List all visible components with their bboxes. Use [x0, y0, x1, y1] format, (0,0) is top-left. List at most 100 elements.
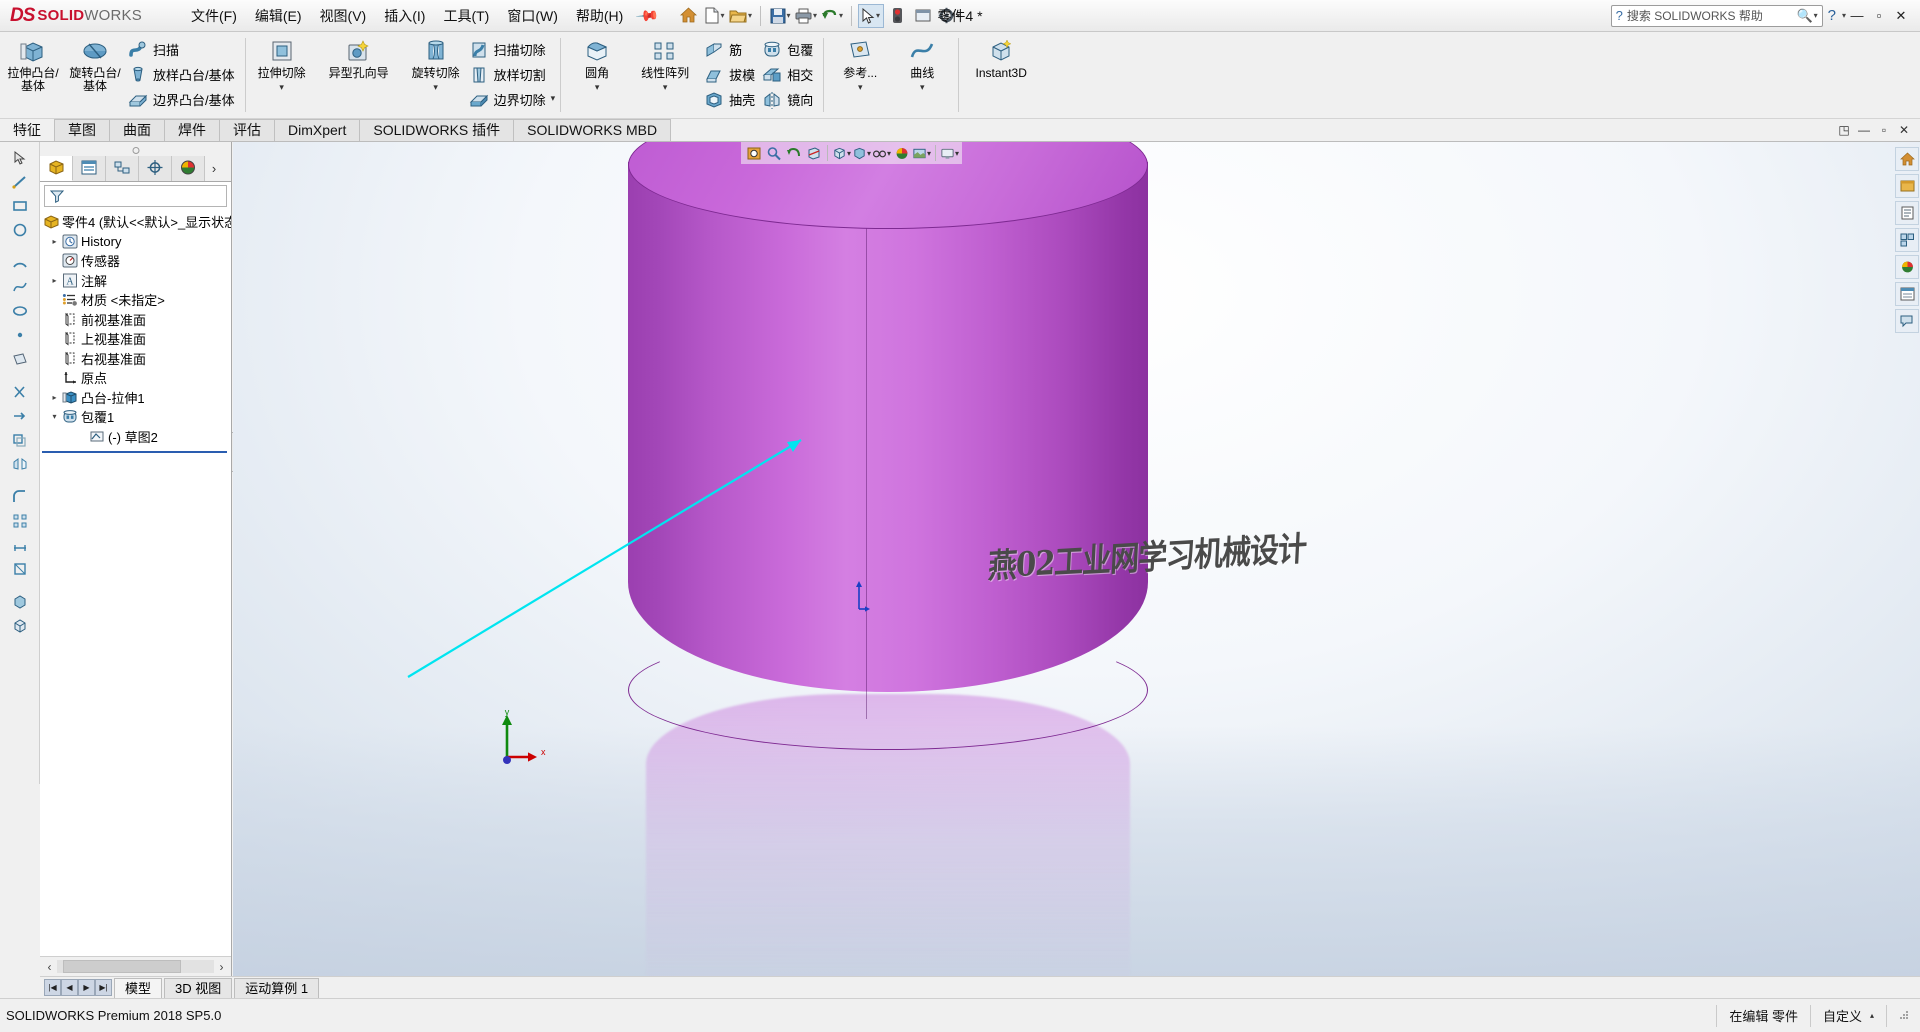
tool-ellipse-icon[interactable] — [7, 300, 33, 322]
search-input[interactable]: ? 搜索 SOLIDWORKS 帮助 🔍 ▾ — [1610, 4, 1823, 27]
scroll-left-arrow-icon[interactable]: ‹ — [42, 960, 57, 974]
chevron-down-icon[interactable]: ▾ — [867, 149, 871, 158]
intersect-button[interactable]: 相交 — [760, 62, 818, 87]
view-palette-icon[interactable] — [1895, 228, 1919, 252]
tree-item-front-plane[interactable]: 前视基准面 — [40, 310, 231, 330]
property-manager-tab[interactable] — [73, 156, 106, 181]
draft-button[interactable]: 拔模 — [702, 62, 760, 87]
prev-tab-button[interactable]: ◀ — [61, 979, 78, 996]
chevron-up-icon[interactable]: ▴ — [1870, 1011, 1874, 1020]
tab-evaluate[interactable]: 评估 — [219, 119, 275, 141]
tree-item-sketch2[interactable]: (-) 草图2 — [40, 427, 231, 447]
menu-window[interactable]: 窗口(W) — [498, 2, 567, 30]
rib-button[interactable]: 筋 — [702, 37, 760, 62]
tree-item-top-plane[interactable]: 上视基准面 — [40, 329, 231, 349]
chevron-down-icon[interactable]: ▾ — [787, 11, 791, 20]
tool-pattern-icon[interactable] — [7, 510, 33, 532]
feature-tree-hscrollbar[interactable]: ‹ › — [40, 956, 231, 976]
panel-collapse-handle[interactable] — [40, 142, 231, 156]
zoom-to-fit-button[interactable] — [744, 144, 763, 163]
swept-cut-button[interactable]: 扫描切除 — [467, 37, 551, 62]
boundary-cut-button[interactable]: 边界切除 — [467, 87, 551, 112]
menu-tools[interactable]: 工具(T) — [434, 2, 498, 30]
maximize-button[interactable]: ▫ — [1868, 8, 1890, 23]
tool-rectangle-icon[interactable] — [7, 195, 33, 217]
tool-arc-icon[interactable] — [7, 252, 33, 274]
search-icon[interactable]: 🔍 — [1796, 8, 1812, 24]
configuration-manager-tab[interactable] — [106, 156, 139, 181]
menu-insert[interactable]: 插入(I) — [375, 2, 434, 30]
chevron-down-icon[interactable]: ▾ — [955, 149, 959, 158]
tool-dimension-icon[interactable] — [7, 534, 33, 556]
tool-display-icon[interactable] — [7, 615, 33, 637]
tree-item-wrap1[interactable]: ▾ 包覆1 — [40, 407, 231, 427]
swept-boss-base-button[interactable]: 扫描 — [126, 37, 240, 62]
more-tabs-button[interactable]: › — [205, 156, 223, 181]
instant3d-button[interactable]: Instant3D — [964, 34, 1038, 80]
wrap-button[interactable]: 包覆 — [760, 37, 818, 62]
bottom-tab-model[interactable]: 模型 — [114, 977, 163, 998]
tree-root-item[interactable]: 零件4 (默认<<默认>_显示状态 — [40, 212, 231, 232]
chevron-down-icon[interactable]: ▾ — [663, 82, 668, 93]
expand-arrow-icon[interactable]: ▸ — [48, 393, 61, 402]
filter-input[interactable] — [44, 185, 227, 207]
chevron-down-icon[interactable]: ▾ — [956, 11, 960, 20]
tool-fillet-icon[interactable] — [7, 486, 33, 508]
tab-solidworks-mbd[interactable]: SOLIDWORKS MBD — [513, 119, 672, 141]
chevron-down-icon[interactable]: ▾ — [1814, 11, 1818, 20]
tool-point-icon[interactable] — [7, 324, 33, 346]
next-tab-button[interactable]: ▶ — [78, 979, 95, 996]
expand-arrow-icon[interactable]: ▸ — [48, 237, 61, 246]
edit-appearance-button[interactable] — [892, 144, 911, 163]
extruded-boss-base-button[interactable]: 拉伸凸台/基体 — [2, 34, 64, 93]
tool-extend-icon[interactable] — [7, 405, 33, 427]
restore-doc-button[interactable]: ▫ — [1874, 123, 1894, 137]
tool-plane-icon[interactable] — [7, 348, 33, 370]
home-button[interactable] — [675, 4, 701, 28]
tree-item-origin[interactable]: 原点 — [40, 368, 231, 388]
bottom-tab-motion-study-1[interactable]: 运动算例 1 — [234, 977, 320, 998]
last-tab-button[interactable]: ▶| — [95, 979, 112, 996]
mirror-button[interactable]: 镜向 — [760, 87, 818, 112]
scroll-right-arrow-icon[interactable]: › — [214, 960, 229, 974]
tab-surfaces[interactable]: 曲面 — [109, 119, 165, 141]
chevron-down-icon[interactable]: ▾ — [920, 82, 925, 93]
view-orientation-button[interactable]: ▾ — [832, 144, 851, 163]
print-button[interactable]: ▾ — [793, 4, 819, 28]
tab-weldments[interactable]: 焊件 — [164, 119, 220, 141]
tree-item-boss-extrude1[interactable]: ▸ 凸台-拉伸1 — [40, 388, 231, 408]
tool-spline-icon[interactable] — [7, 276, 33, 298]
save-button[interactable]: ▾ — [767, 4, 793, 28]
tree-item-history[interactable]: ▸ History — [40, 232, 231, 252]
hide-show-items-button[interactable]: ▾ — [872, 144, 891, 163]
forum-icon[interactable] — [1895, 309, 1919, 333]
apply-scene-button[interactable]: ▾ — [912, 144, 931, 163]
close-button[interactable]: ✕ — [1890, 8, 1912, 24]
tool-relations-icon[interactable] — [7, 558, 33, 580]
graphics-area[interactable]: 燕02工业网学习机械设计 ▾ ▾ ▾ ▾ ▾ y x — [233, 142, 1920, 976]
minimize-doc-button[interactable]: — — [1854, 123, 1874, 137]
display-manager-tab[interactable] — [172, 156, 205, 181]
rebuild-button[interactable] — [884, 4, 910, 28]
tree-item-sensors[interactable]: 传感器 — [40, 251, 231, 271]
view-settings-button[interactable]: ▾ — [940, 144, 959, 163]
tool-select-icon[interactable] — [7, 147, 33, 169]
dimxpert-manager-tab[interactable] — [139, 156, 172, 181]
chevron-down-icon[interactable]: ▾ — [551, 93, 556, 104]
minimize-button[interactable]: — — [1846, 8, 1868, 23]
cylinder-model[interactable] — [628, 142, 1148, 976]
tool-line-icon[interactable] — [7, 171, 33, 193]
tool-offset-icon[interactable] — [7, 429, 33, 451]
status-custom-button[interactable]: 自定义 ▴ — [1809, 1004, 1886, 1027]
pin-icon[interactable]: 📌 — [635, 3, 661, 28]
linear-pattern-button[interactable]: 线性阵列 — [628, 34, 702, 80]
shell-button[interactable]: 抽壳 — [702, 87, 760, 112]
bottom-tab-3dviews[interactable]: 3D 视图 — [164, 977, 233, 998]
chevron-down-icon[interactable]: ▾ — [279, 82, 284, 93]
design-library-icon[interactable] — [1895, 174, 1919, 198]
tab-dimxpert[interactable]: DimXpert — [274, 119, 361, 141]
rollback-bar[interactable] — [42, 448, 227, 453]
curves-button[interactable]: 曲线 — [891, 34, 953, 80]
help-question-button[interactable]: ? — [1828, 7, 1836, 24]
expand-arrow-icon[interactable]: ▸ — [48, 276, 61, 285]
